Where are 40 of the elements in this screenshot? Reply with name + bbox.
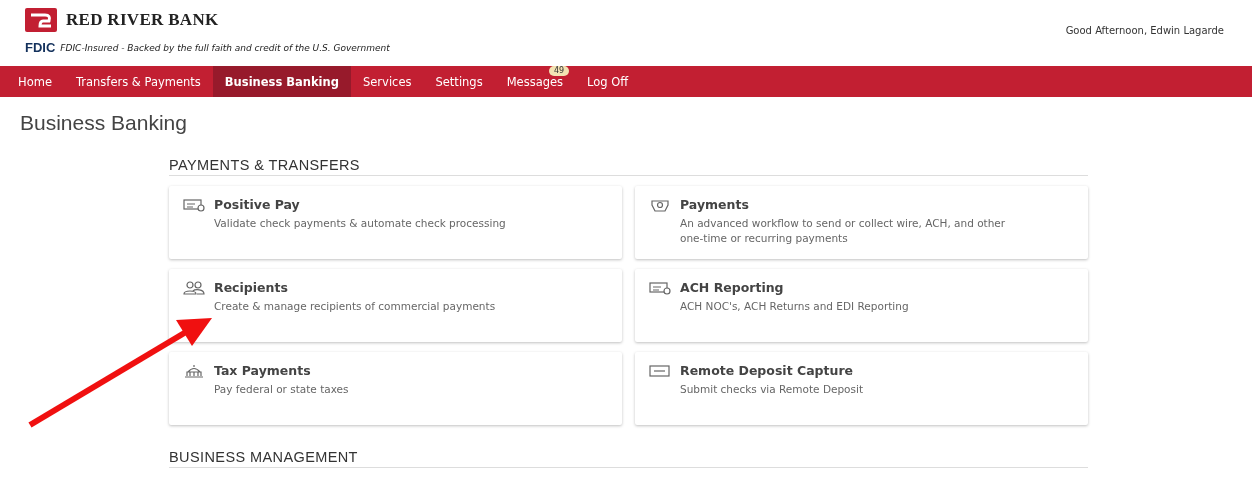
nav-tab[interactable]: Business Banking [212, 66, 351, 97]
nav-tab[interactable]: Settings [423, 66, 495, 97]
building-icon [183, 364, 205, 378]
card-description: An advanced workflow to send or collect wire, ACH, and other one-time or recurring payments [680, 216, 1007, 246]
feature-card[interactable]: Tax Payments Pay federal or state taxes [169, 352, 622, 425]
card-title: Tax Payments [214, 363, 312, 378]
card-title: Positive Pay [214, 197, 301, 212]
nav-tab[interactable]: Home [6, 66, 64, 97]
feature-card[interactable]: ACH Reporting ACH NOC's, ACH Returns and EDI Reporting [635, 269, 1088, 342]
card-description: Pay federal or state taxes [214, 382, 349, 397]
page-title: Business Banking [20, 111, 188, 135]
card-description: ACH NOC's, ACH Returns and EDI Reporting [680, 299, 909, 314]
greeting: Good Afternoon, Edwin Lagarde [1065, 25, 1224, 38]
card-title: ACH Reporting [680, 280, 785, 295]
logo-icon [25, 8, 57, 32]
card-title: Payments [680, 197, 750, 212]
nav-tab[interactable]: Messages 49 [494, 66, 576, 97]
feature-card[interactable]: Recipients Create & manage recipients of commercial payments [169, 269, 622, 342]
feature-card[interactable]: Positive Pay Validate check payments & automate check processing [169, 186, 622, 259]
message-count-badge: 49 [548, 66, 570, 76]
card-title: Remote Deposit Capture [680, 363, 855, 378]
card-description: Validate check payments & automate check processing [214, 216, 506, 231]
fdic-notice: FDIC-Insured - Backed by the full faith and credit of the U.S. Government [60, 42, 390, 53]
fdic-logo: FDIC [25, 40, 56, 55]
check-icon [649, 281, 671, 295]
card-title: Recipients [214, 280, 289, 295]
bank-name: RED RIVER BANK [66, 10, 219, 30]
nav-tab[interactable]: Transfers & Payments [63, 66, 213, 97]
card-description: Create & manage recipients of commercial payments [214, 299, 496, 314]
check-icon [183, 198, 205, 212]
feature-card[interactable]: Payments An advanced workflow to send or collect wire, ACH, and other one-time or recurring payments [635, 186, 1088, 259]
section-heading: PAYMENTS & TRANSFERS [169, 157, 1088, 176]
card-description: Submit checks via Remote Deposit [680, 382, 864, 397]
feature-card[interactable]: Remote Deposit Capture Submit checks via Remote Deposit [635, 352, 1088, 425]
card-icon [649, 364, 671, 378]
section-heading: BUSINESS MANAGEMENT [169, 449, 1088, 468]
nav-tab[interactable]: Log Off [575, 66, 641, 97]
people-icon [183, 281, 205, 295]
shield-icon [649, 198, 671, 212]
nav-tab[interactable]: Services [351, 66, 424, 97]
